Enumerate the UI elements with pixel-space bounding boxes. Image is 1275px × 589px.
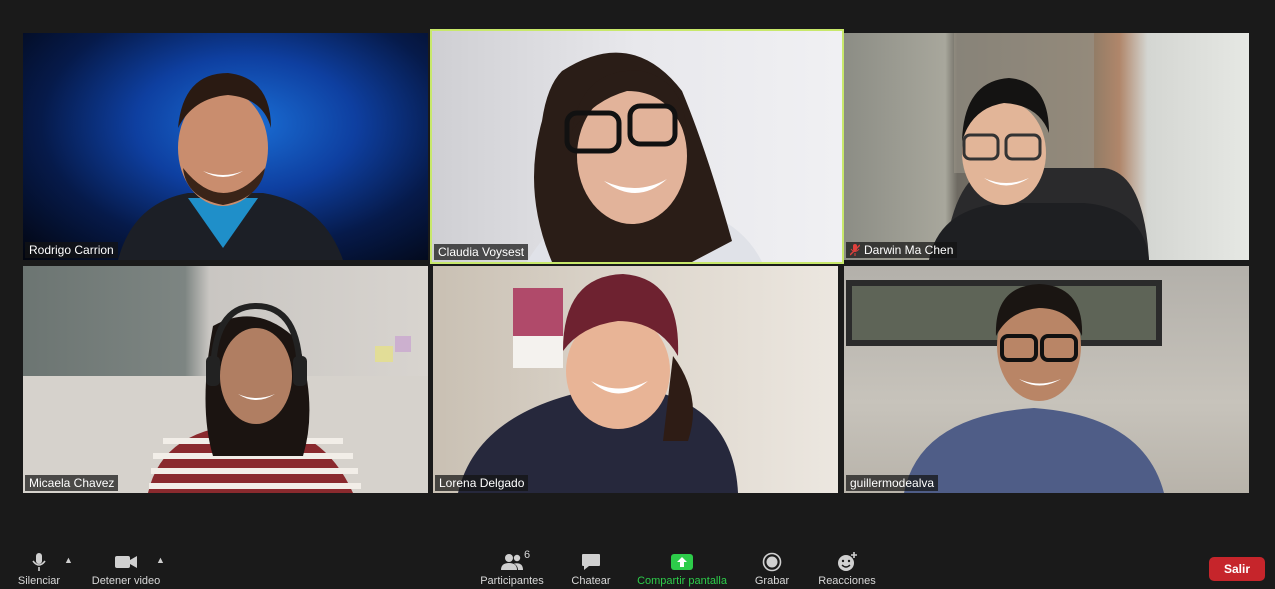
chat-icon [582,554,600,570]
reactions-icon-wrap [836,551,858,573]
record-icon-wrap [762,551,782,573]
participant-name: Lorena Delgado [439,476,525,490]
participants-count: 6 [524,549,531,561]
participant-name: Darwin Ma Chen [864,243,954,257]
mute-options-chevron-icon[interactable]: ▲ [64,555,73,565]
participants-button[interactable]: 6 Participantes [478,549,546,587]
mute-label: Silenciar [17,575,61,587]
microphone-icon-wrap [31,551,47,573]
video-camera-icon [115,556,137,568]
video-tile-rodrigo-carrion[interactable]: Rodrigo Carrion [23,33,428,260]
participants-icon-wrap: 6 [500,549,530,573]
participant-name: guillermodealva [850,476,935,490]
video-tile-claudia-voysest[interactable]: Claudia Voysest [430,29,844,264]
participant-video-silhouette [527,52,762,262]
video-tile-darwin-ma-chen[interactable]: Darwin Ma Chen [844,33,1249,260]
participant-name-tag: Claudia Voysest [434,244,529,260]
record-button[interactable]: Grabar [752,551,792,587]
share-screen-icon-wrap [670,551,694,573]
share-screen-button[interactable]: Compartir pantalla [634,551,730,587]
participant-name: Claudia Voysest [438,245,525,259]
chat-button[interactable]: Chatear [570,551,612,587]
participant-name: Micaela Chavez [29,476,115,490]
leave-meeting-button[interactable]: Salir [1209,557,1265,581]
participant-name-tag: guillermodealva [846,475,939,491]
video-tile-guillermodealva[interactable]: guillermodealva [844,266,1249,493]
microphone-icon [32,553,46,571]
reactions-button[interactable]: Reacciones [817,551,877,587]
participant-video-silhouette [118,73,343,260]
muted-microphone-icon [850,244,860,256]
record-icon [762,552,782,572]
participant-name-tag: Micaela Chavez [25,475,119,491]
video-tile-micaela-chavez[interactable]: Micaela Chavez [23,266,428,493]
chat-icon-wrap [581,551,601,573]
meeting-toolbar: Silenciar ▲ Detener video ▲ 6 Participan… [0,543,1275,589]
video-camera-icon-wrap [114,551,138,573]
video-tile-lorena-delgado[interactable]: Lorena Delgado [433,266,838,493]
share-screen-icon [671,554,693,570]
participant-video-silhouette [23,302,428,493]
share-label: Compartir pantalla [637,575,727,587]
participant-name-tag: Lorena Delgado [435,475,529,491]
video-options-chevron-icon[interactable]: ▲ [156,555,165,565]
participant-video-silhouette [846,280,1164,493]
mute-button[interactable]: Silenciar [16,551,62,587]
video-label: Detener video [91,575,161,587]
participant-name-tag: Darwin Ma Chen [846,242,958,258]
participant-name: Rodrigo Carrion [29,243,114,257]
chat-label: Chatear [571,575,611,587]
participant-video-silhouette [929,33,1149,260]
participant-name-tag: Rodrigo Carrion [25,242,118,258]
record-label: Grabar [754,575,790,587]
reactions-label: Reacciones [818,575,876,587]
participants-label: Participantes [480,575,544,587]
stop-video-button[interactable]: Detener video [90,551,162,587]
participants-icon [501,554,523,570]
participant-video-silhouette [458,274,738,493]
reactions-icon [838,552,857,571]
